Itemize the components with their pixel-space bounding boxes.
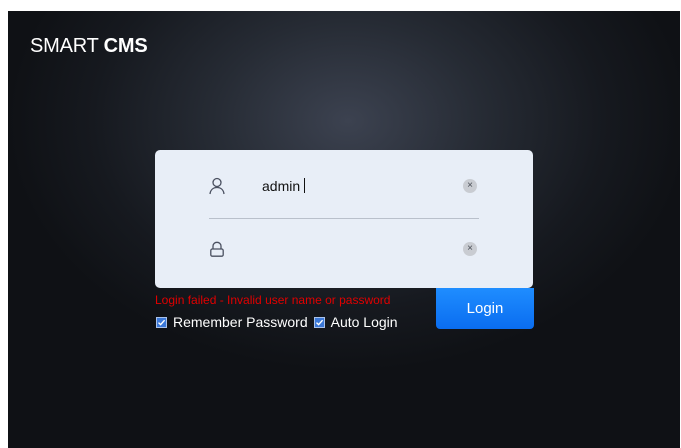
field-divider <box>209 218 479 219</box>
brand-suffix: CMS <box>103 35 148 57</box>
text-caret <box>304 178 305 193</box>
password-input[interactable] <box>262 238 452 260</box>
auto-login-checkbox[interactable] <box>313 316 325 328</box>
remember-password-label: Remember Password <box>173 314 308 330</box>
remember-password-checkbox[interactable] <box>156 316 167 328</box>
auto-login-label: Auto Login <box>330 314 398 330</box>
username-row: × <box>155 166 533 206</box>
clear-username-button[interactable]: × <box>463 179 477 193</box>
user-icon <box>207 176 227 196</box>
login-screen: SMART CMS × × Login <box>8 11 680 448</box>
error-message: Login failed - Invalid user name or pass… <box>155 293 391 307</box>
password-row: × <box>155 229 533 269</box>
lock-icon <box>207 239 227 259</box>
username-input[interactable] <box>262 175 452 197</box>
login-card: × × <box>155 150 533 288</box>
login-options: Remember Password Auto Login <box>156 314 404 330</box>
login-button[interactable]: Login <box>436 288 534 329</box>
brand-prefix: SMART <box>30 35 104 57</box>
clear-password-button[interactable]: × <box>463 242 477 256</box>
app-logo: SMART CMS <box>30 35 148 58</box>
